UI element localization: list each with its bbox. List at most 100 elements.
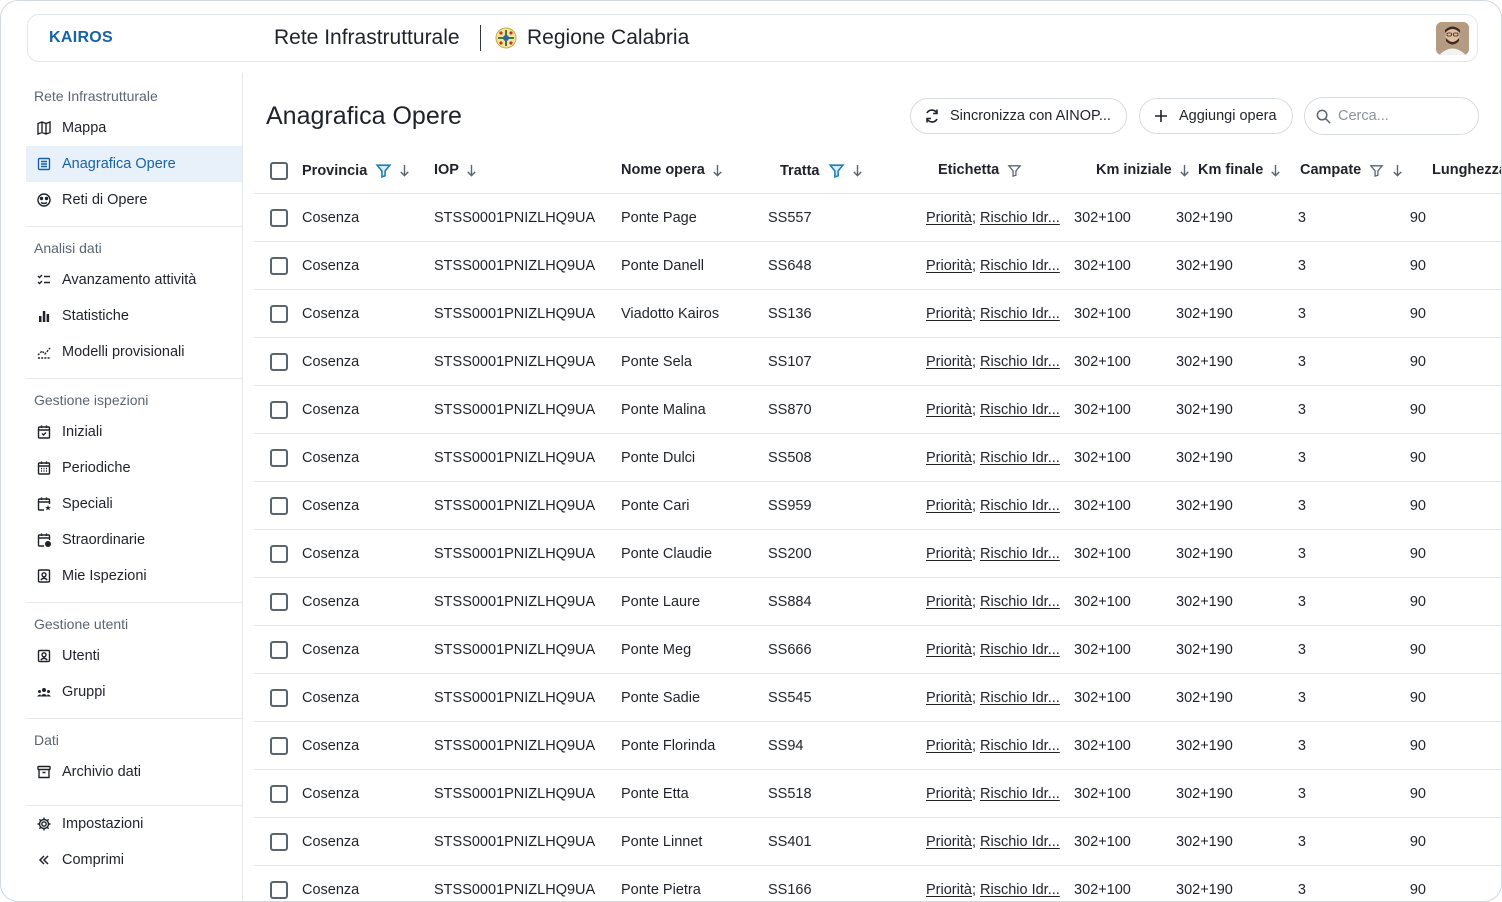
tag-link[interactable]: Rischio Idr... — [980, 450, 1060, 466]
filter-icon[interactable] — [1007, 163, 1022, 178]
row-checkbox[interactable] — [270, 497, 288, 515]
tag-link[interactable]: Priorità — [926, 690, 972, 706]
table-row[interactable]: Cosenza STSS0001PNIZLHQ9UA Ponte Florinda S… — [254, 722, 1501, 770]
column-header-etichetta[interactable]: Etichetta — [938, 162, 1022, 178]
tag-link[interactable]: Priorità — [926, 258, 972, 274]
row-checkbox[interactable] — [270, 209, 288, 227]
tag-link[interactable]: Rischio Idr... — [980, 354, 1060, 370]
sidebar-item-modelli[interactable]: Modelli provisionali — [26, 334, 242, 370]
row-checkbox[interactable] — [270, 257, 288, 275]
sort-arrow-down-icon[interactable] — [464, 163, 479, 178]
tag-link[interactable]: Priorità — [926, 738, 972, 754]
tag-link[interactable]: Rischio Idr... — [980, 738, 1060, 754]
column-header-nome-opera[interactable]: Nome opera — [621, 162, 725, 178]
add-opera-button[interactable]: Aggiungi opera — [1139, 98, 1293, 134]
row-checkbox[interactable] — [270, 593, 288, 611]
sidebar-item-statistiche[interactable]: Statistiche — [26, 298, 242, 334]
sidebar-item-mappa[interactable]: Mappa — [26, 110, 242, 146]
sidebar-item-mie-ispezioni[interactable]: Mie Ispezioni — [26, 558, 242, 594]
search-input[interactable]: Cerca... — [1304, 97, 1479, 135]
table-row[interactable]: Cosenza STSS0001PNIZLHQ9UA Ponte Sela SS107… — [254, 338, 1501, 386]
sidebar-item-reti-di-opere[interactable]: Reti di Opere — [26, 182, 242, 218]
tag-link[interactable]: Priorità — [926, 498, 972, 514]
table-row[interactable]: Cosenza STSS0001PNIZLHQ9UA Ponte Claudie SS… — [254, 530, 1501, 578]
table-row[interactable]: Cosenza STSS0001PNIZLHQ9UA Ponte Sadie SS54… — [254, 674, 1501, 722]
sidebar-item-archivio[interactable]: Archivio dati — [26, 754, 242, 790]
row-checkbox[interactable] — [270, 881, 288, 899]
column-header-iop[interactable]: IOP — [434, 162, 479, 178]
table-row[interactable]: Cosenza STSS0001PNIZLHQ9UA Ponte Meg SS666 3… — [254, 626, 1501, 674]
tag-link[interactable]: Priorità — [926, 594, 972, 610]
row-checkbox[interactable] — [270, 353, 288, 371]
row-checkbox[interactable] — [270, 641, 288, 659]
tag-link[interactable]: Priorità — [926, 546, 972, 562]
column-header-km-iniziale[interactable]: Km iniziale — [1096, 162, 1192, 178]
tag-link[interactable]: Rischio Idr... — [980, 834, 1060, 850]
sidebar-item-comprimi[interactable]: Comprimi — [26, 842, 242, 878]
sidebar-item-speciali[interactable]: Speciali — [26, 486, 242, 522]
tag-link[interactable]: Rischio Idr... — [980, 258, 1060, 274]
table-row[interactable]: Cosenza STSS0001PNIZLHQ9UA Ponte Linnet SS4… — [254, 818, 1501, 866]
sidebar-item-gruppi[interactable]: Gruppi — [26, 674, 242, 710]
sidebar-item-impostazioni[interactable]: Impostazioni — [26, 806, 242, 842]
row-checkbox[interactable] — [270, 545, 288, 563]
tag-link[interactable]: Rischio Idr... — [980, 498, 1060, 514]
table-row[interactable]: Cosenza STSS0001PNIZLHQ9UA Viadotto Kairos… — [254, 290, 1501, 338]
sort-arrow-down-icon[interactable] — [1390, 163, 1405, 178]
table-row[interactable]: Cosenza STSS0001PNIZLHQ9UA Ponte Etta SS518… — [254, 770, 1501, 818]
row-checkbox[interactable] — [270, 737, 288, 755]
tag-link[interactable]: Priorità — [926, 642, 972, 658]
table-row[interactable]: Cosenza STSS0001PNIZLHQ9UA Ponte Page SS557… — [254, 194, 1501, 242]
tag-link[interactable]: Priorità — [926, 834, 972, 850]
sidebar-item-iniziali[interactable]: Iniziali — [26, 414, 242, 450]
row-checkbox[interactable] — [270, 785, 288, 803]
tag-link[interactable]: Rischio Idr... — [980, 690, 1060, 706]
table-row[interactable]: Cosenza STSS0001PNIZLHQ9UA Ponte Dulci SS50… — [254, 434, 1501, 482]
tag-link[interactable]: Rischio Idr... — [980, 882, 1060, 898]
row-checkbox[interactable] — [270, 401, 288, 419]
column-header-km-finale[interactable]: Km finale — [1198, 162, 1283, 178]
tag-link[interactable]: Rischio Idr... — [980, 546, 1060, 562]
column-header-provincia[interactable]: Provincia — [302, 162, 412, 179]
sort-arrow-down-icon[interactable] — [397, 163, 412, 178]
sidebar-item-avanzamento[interactable]: Avanzamento attività — [26, 262, 242, 298]
row-checkbox[interactable] — [270, 449, 288, 467]
sort-arrow-down-icon[interactable] — [1177, 163, 1192, 178]
table-row[interactable]: Cosenza STSS0001PNIZLHQ9UA Ponte Laure SS88… — [254, 578, 1501, 626]
table-row[interactable]: Cosenza STSS0001PNIZLHQ9UA Ponte Pietra SS1… — [254, 866, 1501, 901]
tag-link[interactable]: Priorità — [926, 450, 972, 466]
row-checkbox[interactable] — [270, 689, 288, 707]
tag-link[interactable]: Rischio Idr... — [980, 306, 1060, 322]
sidebar-item-straordinarie[interactable]: Straordinarie — [26, 522, 242, 558]
sort-arrow-down-icon[interactable] — [710, 163, 725, 178]
column-header-campate[interactable]: Campate — [1300, 162, 1405, 178]
user-avatar[interactable] — [1436, 22, 1469, 55]
table-row[interactable]: Cosenza STSS0001PNIZLHQ9UA Ponte Danell SS6… — [254, 242, 1501, 290]
row-checkbox[interactable] — [270, 305, 288, 323]
tag-link[interactable]: Rischio Idr... — [980, 594, 1060, 610]
sidebar-item-utenti[interactable]: Utenti — [26, 638, 242, 674]
select-all-checkbox[interactable] — [270, 162, 288, 180]
region-name[interactable]: Regione Calabria — [527, 26, 689, 50]
tag-link[interactable]: Priorità — [926, 354, 972, 370]
filter-active-icon[interactable] — [375, 162, 392, 179]
sync-ainop-button[interactable]: Sincronizza con AINOP... — [910, 98, 1127, 134]
row-checkbox[interactable] — [270, 833, 288, 851]
tag-link[interactable]: Priorità — [926, 210, 972, 226]
tag-link[interactable]: Priorità — [926, 786, 972, 802]
tag-link[interactable]: Priorità — [926, 402, 972, 418]
tag-link[interactable]: Rischio Idr... — [980, 642, 1060, 658]
column-header-lunghezza[interactable]: Lunghezza — [1432, 162, 1501, 178]
tag-link[interactable]: Rischio Idr... — [980, 402, 1060, 418]
sort-arrow-down-icon[interactable] — [850, 163, 865, 178]
tag-link[interactable]: Rischio Idr... — [980, 210, 1060, 226]
sidebar-item-periodiche[interactable]: Periodiche — [26, 450, 242, 486]
column-header-tratta[interactable]: Tratta — [780, 162, 865, 179]
filter-active-icon[interactable] — [827, 162, 845, 179]
sort-arrow-down-icon[interactable] — [1268, 163, 1283, 178]
tag-link[interactable]: Priorità — [926, 882, 972, 898]
tag-link[interactable]: Rischio Idr... — [980, 786, 1060, 802]
filter-icon[interactable] — [1369, 163, 1384, 178]
table-row[interactable]: Cosenza STSS0001PNIZLHQ9UA Ponte Malina SS8… — [254, 386, 1501, 434]
tag-link[interactable]: Priorità — [926, 306, 972, 322]
